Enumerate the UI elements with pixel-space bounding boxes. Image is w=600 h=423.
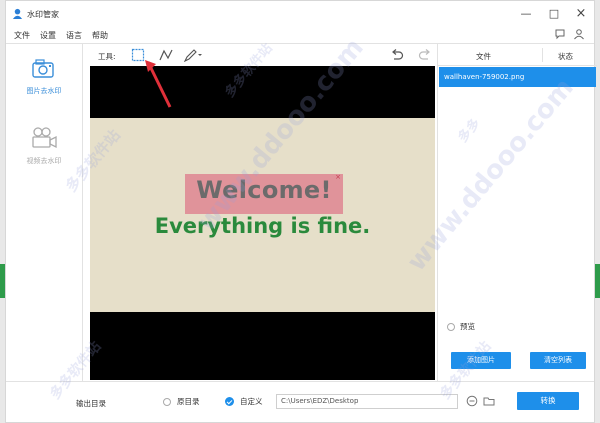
menu-settings[interactable]: 设置 [40,30,56,41]
preview-image[interactable]: × Welcome! Everything is fine. [90,118,435,312]
image-preview[interactable]: × Welcome! Everything is fine. [90,66,435,380]
close-button[interactable]: × [573,6,589,22]
user-icon[interactable] [573,28,585,40]
custom-dir-radio[interactable] [225,397,234,406]
app-logo-icon [12,8,23,19]
image-text-welcome: Welcome! [196,176,332,204]
output-path-field[interactable]: C:\Users\EDZ\Desktop [276,394,458,409]
menu-bar: 文件 设置 语言 帮助 [6,27,594,43]
sidebar-label-image: 图片去水印 [26,87,62,95]
title-bar: 水印管家 — □ × [6,1,594,27]
option-original-dir[interactable]: 原目录 [163,396,200,407]
chat-icon[interactable] [554,28,566,40]
tool-bar: 工具: [90,44,435,66]
redo-icon[interactable] [418,48,432,62]
tools-label: 工具: [98,52,116,61]
file-list-header: 文件 状态 [438,44,597,66]
menu-help[interactable]: 帮助 [92,30,108,41]
column-status: 状态 [558,52,573,61]
sidebar-item-image-watermark[interactable]: 图片去水印 [6,58,82,96]
add-image-button[interactable]: 添加图片 [451,352,511,369]
rectangle-select-icon[interactable] [131,48,145,62]
convert-button[interactable]: 转换 [517,392,579,410]
file-panel: 文件 状态 wallhaven-759002.png 预览 添加图片 清空列表 [437,44,597,381]
sidebar: 图片去水印 视频去水印 [6,44,83,381]
sidebar-label-video: 视频去水印 [26,157,62,165]
menu-file[interactable]: 文件 [14,30,30,41]
custom-dir-label: 自定义 [240,397,263,406]
preview-radio[interactable] [447,322,455,331]
minus-circle-icon[interactable] [466,395,478,407]
folder-icon[interactable] [483,395,495,407]
image-icon [32,59,54,78]
image-text-fine: Everything is fine. [154,214,371,238]
video-camera-icon [32,127,57,149]
annotation-arrow-icon [145,60,172,108]
brush-icon[interactable] [183,48,203,62]
column-file: 文件 [476,52,491,61]
output-dir-label: 输出目录 [76,399,106,408]
file-name: wallhaven-759002.png [444,73,525,81]
file-list-row[interactable]: wallhaven-759002.png [439,67,596,87]
menu-language[interactable]: 语言 [66,30,82,41]
maximize-button[interactable]: □ [546,6,562,22]
app-window: 水印管家 — □ × 文件 设置 语言 帮助 图片去水印 视频去水印 工具: ×… [5,0,597,423]
original-dir-radio[interactable] [163,397,171,406]
preview-toggle[interactable]: 预览 [447,321,475,332]
window-title: 水印管家 [27,10,59,19]
original-dir-label: 原目录 [177,397,200,406]
output-bar: 输出目录 原目录 自定义 C:\Users\EDZ\Desktop 转换 [6,381,594,423]
sidebar-item-video-watermark[interactable]: 视频去水印 [6,126,82,166]
minimize-button[interactable]: — [518,6,534,22]
undo-icon[interactable] [390,48,404,62]
preview-label: 预览 [460,322,475,331]
column-divider [542,48,543,62]
option-custom-dir[interactable]: 自定义 [225,396,263,407]
clear-list-button[interactable]: 清空列表 [530,352,586,369]
